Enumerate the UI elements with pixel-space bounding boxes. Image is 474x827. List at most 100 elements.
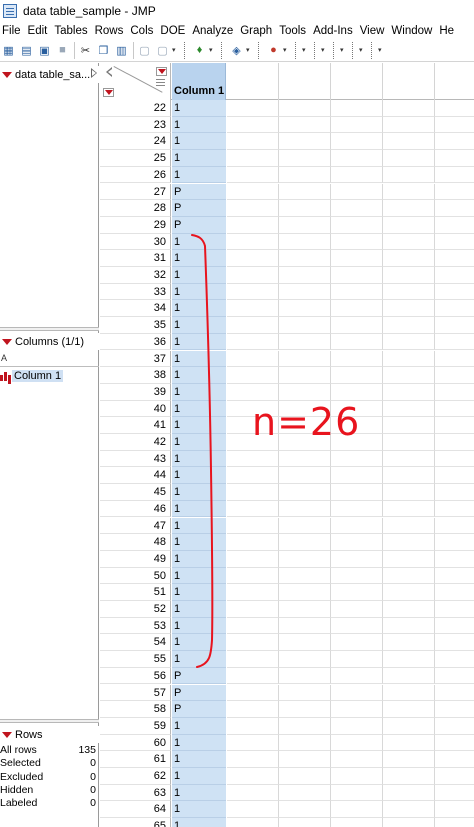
empty-cell[interactable] bbox=[383, 233, 435, 251]
toolbar-dropdown-icon[interactable]: ▾ bbox=[246, 46, 252, 54]
table-row[interactable]: 55 1 bbox=[100, 651, 474, 668]
cell-column-1[interactable]: P bbox=[172, 216, 226, 234]
empty-cell[interactable] bbox=[331, 734, 383, 752]
empty-cell[interactable] bbox=[383, 717, 435, 735]
empty-cell[interactable] bbox=[435, 367, 474, 384]
empty-cell[interactable] bbox=[331, 768, 383, 785]
menu-cols[interactable]: Cols bbox=[127, 25, 157, 37]
cell-column-1[interactable]: 1 bbox=[172, 100, 226, 117]
grid-corner[interactable] bbox=[100, 63, 171, 100]
row-number[interactable]: 53 bbox=[100, 617, 171, 635]
empty-cell[interactable] bbox=[435, 618, 474, 635]
empty-cell[interactable] bbox=[227, 651, 279, 668]
empty-cell[interactable] bbox=[435, 317, 474, 334]
table-row[interactable]: 57 P bbox=[100, 684, 474, 702]
cell-column-1[interactable]: 1 bbox=[172, 651, 226, 668]
empty-cell[interactable] bbox=[331, 183, 383, 201]
empty-cell[interactable] bbox=[435, 300, 474, 318]
row-number[interactable]: 38 bbox=[100, 367, 171, 384]
copy-icon[interactable]: ❐ bbox=[95, 42, 112, 59]
empty-cell[interactable] bbox=[435, 117, 474, 134]
table-row[interactable]: 51 1 bbox=[100, 584, 474, 601]
empty-cell[interactable] bbox=[279, 784, 331, 802]
empty-cell[interactable] bbox=[227, 300, 279, 318]
empty-cell[interactable] bbox=[279, 768, 331, 785]
empty-cell[interactable] bbox=[331, 467, 383, 485]
cell-column-1[interactable]: 1 bbox=[172, 283, 226, 301]
toolbar-dropdown-icon[interactable]: ▾ bbox=[302, 46, 308, 54]
toolbar-grip[interactable] bbox=[258, 41, 262, 59]
empty-cell[interactable] bbox=[331, 367, 383, 384]
cell-column-1[interactable]: 1 bbox=[172, 133, 226, 151]
empty-cell[interactable] bbox=[279, 667, 331, 685]
table-row[interactable]: 38 1 bbox=[100, 367, 474, 384]
empty-cell[interactable] bbox=[331, 216, 383, 234]
table-row[interactable]: 31 1 bbox=[100, 250, 474, 267]
cell-column-1[interactable]: 1 bbox=[172, 601, 226, 618]
collapse-arrow-icon[interactable] bbox=[91, 68, 97, 78]
row-number[interactable]: 42 bbox=[100, 434, 171, 451]
table-row[interactable]: 37 1 bbox=[100, 350, 474, 368]
empty-cell[interactable] bbox=[227, 801, 279, 819]
empty-cell[interactable] bbox=[435, 217, 474, 234]
empty-cell[interactable] bbox=[383, 484, 435, 501]
rows-stat-selected[interactable]: Selected 0 bbox=[0, 757, 99, 770]
cell-column-1[interactable]: 1 bbox=[172, 484, 226, 501]
empty-cell[interactable] bbox=[331, 550, 383, 568]
row-number[interactable]: 50 bbox=[100, 567, 171, 585]
table-row[interactable]: 28 P bbox=[100, 200, 474, 217]
table-menu-triangle-icon[interactable] bbox=[2, 71, 12, 78]
table-row[interactable]: 61 1 bbox=[100, 751, 474, 768]
empty-cell[interactable] bbox=[227, 116, 279, 134]
cell-column-1[interactable]: 1 bbox=[172, 784, 226, 802]
row-number[interactable]: 22 bbox=[100, 100, 171, 117]
empty-cell[interactable] bbox=[227, 784, 279, 802]
empty-cell[interactable] bbox=[383, 300, 435, 318]
cell-column-1[interactable]: 1 bbox=[172, 250, 226, 267]
empty-cell[interactable] bbox=[227, 367, 279, 384]
row-number[interactable]: 61 bbox=[100, 751, 171, 768]
toolbar-dropdown-icon[interactable]: ▾ bbox=[340, 46, 346, 54]
empty-cell[interactable] bbox=[227, 333, 279, 351]
column-list-item[interactable]: Column 1 bbox=[0, 369, 64, 382]
empty-cell[interactable] bbox=[331, 634, 383, 652]
empty-cell[interactable] bbox=[227, 751, 279, 768]
empty-cell[interactable] bbox=[331, 601, 383, 618]
empty-cell[interactable] bbox=[331, 333, 383, 351]
empty-cell[interactable] bbox=[383, 150, 435, 167]
toolbar-grip[interactable] bbox=[221, 41, 225, 59]
empty-cell[interactable] bbox=[227, 634, 279, 652]
menu-tools[interactable]: Tools bbox=[276, 25, 310, 37]
empty-cell[interactable] bbox=[383, 200, 435, 217]
empty-cell[interactable] bbox=[331, 517, 383, 535]
row-number[interactable]: 27 bbox=[100, 183, 171, 201]
empty-cell[interactable] bbox=[435, 651, 474, 668]
empty-cell[interactable] bbox=[435, 801, 474, 819]
empty-cell[interactable] bbox=[331, 751, 383, 768]
empty-cell[interactable] bbox=[435, 568, 474, 585]
cell-column-1[interactable]: 1 bbox=[172, 801, 226, 819]
toolbar-dropdown-icon[interactable]: ▾ bbox=[283, 46, 289, 54]
table-row[interactable]: 53 1 bbox=[100, 617, 474, 635]
empty-column-header[interactable] bbox=[331, 63, 383, 100]
empty-cell[interactable] bbox=[279, 317, 331, 334]
empty-cell[interactable] bbox=[435, 768, 474, 785]
row-number[interactable]: 60 bbox=[100, 734, 171, 752]
empty-cell[interactable] bbox=[279, 701, 331, 718]
empty-cell[interactable] bbox=[227, 100, 279, 117]
empty-cell[interactable] bbox=[279, 283, 331, 301]
rows-stat-excluded[interactable]: Excluded 0 bbox=[0, 771, 99, 784]
row-number[interactable]: 23 bbox=[100, 116, 171, 134]
cell-column-1[interactable]: 1 bbox=[172, 166, 226, 184]
table-row[interactable]: 48 1 bbox=[100, 534, 474, 551]
row-number[interactable]: 28 bbox=[100, 200, 171, 217]
empty-cell[interactable] bbox=[331, 300, 383, 318]
cell-column-1[interactable]: P bbox=[172, 183, 226, 201]
empty-cell[interactable] bbox=[227, 233, 279, 251]
toolbar-dropdown-icon[interactable]: ▾ bbox=[172, 46, 178, 54]
rows-stat-all[interactable]: All rows 135 bbox=[0, 744, 99, 757]
table-panel-header[interactable]: data table_sa... bbox=[0, 66, 99, 83]
empty-cell[interactable] bbox=[279, 216, 331, 234]
empty-cell[interactable] bbox=[331, 534, 383, 551]
empty-cell[interactable] bbox=[383, 768, 435, 785]
